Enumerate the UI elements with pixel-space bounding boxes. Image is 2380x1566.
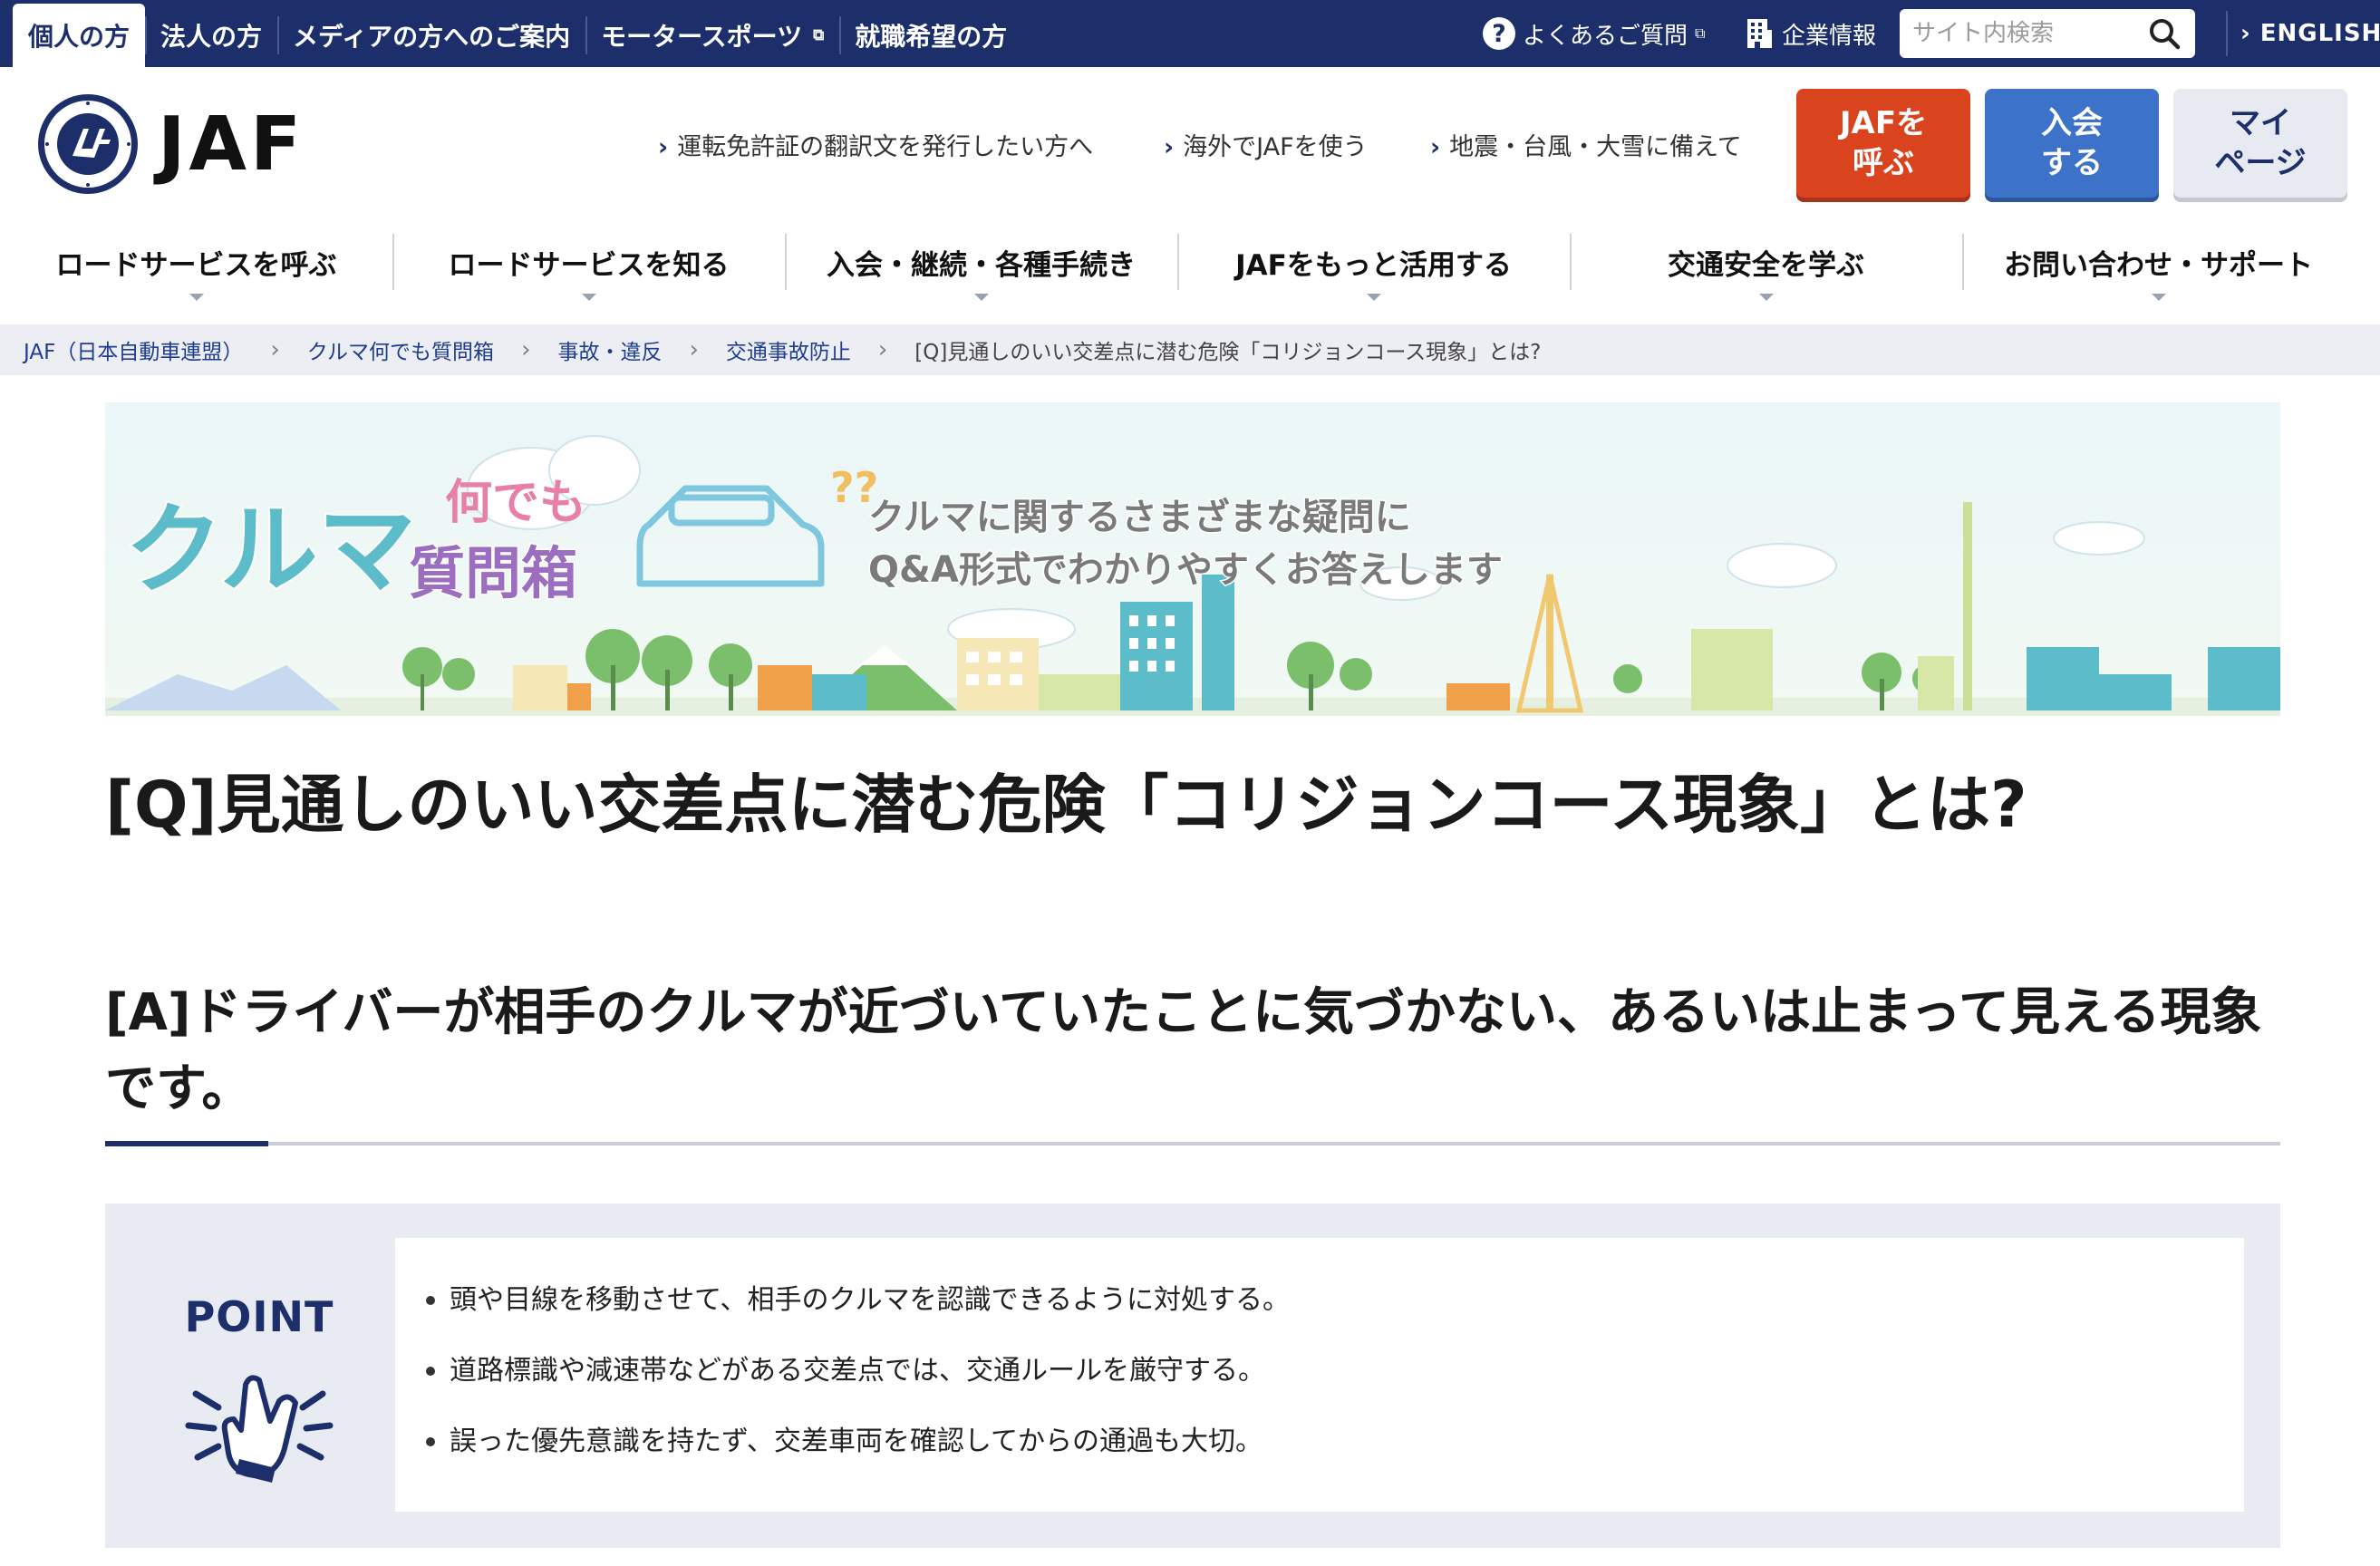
list-item: 頭や目線を移動させて、相手のクルマを認識できるように対処する。 — [426, 1265, 2244, 1336]
point-list: 頭や目線を移動させて、相手のクルマを認識できるように対処する。 道路標識や減速帯… — [395, 1238, 2244, 1512]
search-icon[interactable] — [2146, 15, 2182, 52]
logo-text: JAF — [158, 101, 305, 188]
nav-traffic-safety[interactable]: 交通安全を学ぶ — [1570, 230, 1962, 301]
chevron-right-icon: › — [1430, 133, 1441, 161]
question-circle-icon: ? — [1483, 17, 1515, 50]
breadcrumb-link-accidents[interactable]: 事故・違反 — [557, 334, 662, 365]
jaf-logo[interactable]: JAF — [36, 92, 305, 196]
nav-call-road-service[interactable]: ロードサービスを呼ぶ — [0, 230, 392, 301]
chevron-right-icon: › — [689, 336, 699, 363]
tab-label: 就職希望の方 — [855, 22, 1008, 52]
search-input[interactable] — [1912, 20, 2146, 47]
divider-accent — [105, 1141, 268, 1146]
tab-motorsports[interactable]: モータースポーツ ⧉ — [585, 4, 839, 67]
tab-individual[interactable]: 個人の方 — [13, 4, 146, 67]
chevron-right-icon: › — [2240, 20, 2251, 47]
banner-tagline-1: クルマに関するさまざまな疑問に — [868, 497, 1411, 538]
faq-link[interactable]: ? よくあるご質問 ⧉ — [1483, 0, 1705, 67]
quick-link-overseas[interactable]: › 海外でJAFを使う — [1164, 127, 1368, 162]
corporate-info-link[interactable]: 企業情報 — [1746, 0, 1876, 67]
quick-link-disaster[interactable]: › 地震・台風・大雪に備えて — [1430, 127, 1742, 162]
list-item: 誤った優先意識を持たず、交差車両を確認してからの通過も大切。 — [426, 1406, 2244, 1477]
qa-banner: ?? クルマ 何でも 質問箱 クルマに関するさまざまな疑問に Q&A形式でわかり… — [105, 402, 2280, 716]
join-button[interactable]: 入会 する — [1985, 89, 2159, 198]
chevron-right-icon: › — [1164, 133, 1175, 161]
quick-link-label: 運転免許証の翻訳文を発行したい方へ — [677, 133, 1094, 161]
english-link[interactable]: › ENGLISH — [2240, 0, 2380, 67]
jaf-emblem-icon — [38, 94, 138, 194]
global-nav: ロードサービスを呼ぶ ロードサービスを知る 入会・継続・各種手続き JAFをもっ… — [0, 230, 2380, 301]
tab-label: 法人の方 — [160, 22, 263, 52]
tab-corporate[interactable]: 法人の方 — [145, 4, 277, 67]
tab-careers[interactable]: 就職希望の方 — [839, 4, 1022, 67]
divider — [2226, 11, 2228, 56]
breadcrumb-link-home[interactable]: JAF（日本自動車連盟） — [24, 334, 243, 365]
chevron-right-icon: › — [521, 336, 531, 363]
nav-membership-procedures[interactable]: 入会・継続・各種手続き — [785, 230, 1177, 301]
corporate-info-label: 企業情報 — [1782, 22, 1877, 50]
tab-label: メディアの方へのご案内 — [293, 22, 571, 52]
english-label: ENGLISH — [2259, 20, 2380, 47]
chevron-right-icon: › — [270, 336, 280, 363]
breadcrumb-link-prevention[interactable]: 交通事故防止 — [726, 334, 851, 365]
tab-label: モータースポーツ — [601, 22, 803, 52]
site-search — [1900, 9, 2195, 58]
quick-link-license-translation[interactable]: › 運転免許証の翻訳文を発行したい方へ — [658, 127, 1093, 162]
external-link-icon: ⧉ — [813, 26, 825, 44]
banner-title-sub1: 何でも — [445, 476, 586, 530]
faq-label: よくあるご質問 — [1523, 22, 1688, 50]
answer-heading: [A]ドライバーが相手のクルマが近づいていたことに気づかない、あるいは止まって見… — [105, 983, 2262, 1118]
quick-link-label: 地震・台風・大雪に備えて — [1449, 133, 1742, 161]
pointing-hand-icon — [185, 1375, 334, 1483]
chevron-right-icon: › — [877, 336, 888, 363]
chevron-right-icon: › — [658, 133, 669, 161]
divider — [105, 1142, 2280, 1146]
utility-bar: 個人の方 法人の方 メディアの方へのご案内 モータースポーツ ⧉ 就職希望の方 ?… — [0, 0, 2380, 67]
call-jaf-button[interactable]: JAFを 呼ぶ — [1796, 89, 1970, 198]
quick-link-label: 海外でJAFを使う — [1183, 133, 1368, 161]
banner-title-main: クルマ — [125, 494, 416, 607]
audience-tabs: 個人の方 法人の方 メディアの方へのご案内 モータースポーツ ⧉ 就職希望の方 — [13, 4, 1022, 67]
banner-title-sub2: 質問箱 — [409, 540, 577, 606]
nav-contact-support[interactable]: お問い合わせ・サポート — [1962, 230, 2355, 301]
breadcrumb-link-qa[interactable]: クルマ何でも質問箱 — [307, 334, 494, 365]
breadcrumb: JAF（日本自動車連盟） › クルマ何でも質問箱 › 事故・違反 › 交通事故防… — [0, 324, 2380, 375]
tab-media[interactable]: メディアの方へのご案内 — [277, 4, 585, 67]
point-box: POINT 頭や目線を移動させて、相手のクルマを認識できるように対処する。 道路… — [105, 1204, 2280, 1548]
breadcrumb-current: [Q]見通しのいい交差点に潜む危険「コリジョンコース現象」とは? — [914, 341, 1542, 364]
external-link-icon: ⧉ — [1695, 24, 1706, 42]
banner-illustration: ?? クルマ 何でも 質問箱 クルマに関するさまざまな疑問に Q&A形式でわかり… — [105, 402, 2280, 716]
building-icon — [1747, 19, 1772, 48]
banner-tagline-2: Q&A形式でわかりやすくお答えします — [868, 549, 1503, 591]
my-page-button[interactable]: マイ ページ — [2173, 89, 2347, 198]
nav-about-road-service[interactable]: ロードサービスを知る — [392, 230, 785, 301]
question-heading: [Q]見通しのいい交差点に潜む危険「コリジョンコース現象」とは? — [105, 768, 2027, 842]
list-item: 道路標識や減速帯などがある交差点では、交通ルールを厳守する。 — [426, 1336, 2244, 1406]
nav-use-jaf[interactable]: JAFをもっと活用する — [1177, 230, 1570, 301]
tab-label: 個人の方 — [28, 22, 131, 52]
